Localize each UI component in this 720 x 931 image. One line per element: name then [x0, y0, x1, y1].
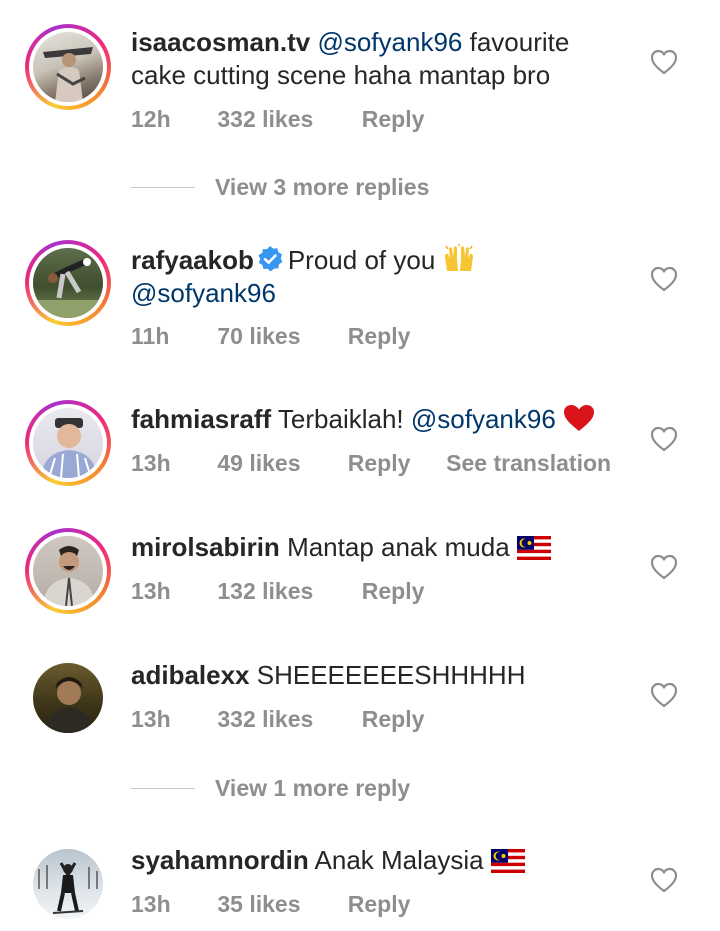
comment-username[interactable]: isaacosman.tv: [131, 27, 310, 57]
comment-body: Proud of you: [287, 245, 436, 275]
avatar[interactable]: [25, 528, 111, 614]
mention-link[interactable]: @sofyank96: [131, 278, 276, 308]
comment-likes[interactable]: 332 likes: [217, 706, 355, 733]
comment-time: 11h: [131, 323, 170, 349]
comment-username[interactable]: syahamnordin: [131, 845, 309, 875]
comment-meta: 13h 35 likes Reply: [131, 891, 410, 918]
comment-time: 13h: [131, 450, 171, 476]
comment-likes[interactable]: 332 likes: [217, 106, 355, 133]
malaysia-flag-emoji: [490, 849, 525, 873]
comment-username[interactable]: rafyaakob: [131, 245, 254, 275]
view-more-replies[interactable]: View 1 more reply: [131, 773, 410, 803]
comment-meta: 13h 132 likes Reply: [131, 578, 424, 605]
heart-icon[interactable]: [650, 49, 678, 75]
mention-link[interactable]: @sofyank96: [411, 404, 556, 434]
reply-button[interactable]: Reply: [362, 706, 425, 733]
heart-icon[interactable]: [650, 554, 678, 580]
heart-icon[interactable]: [650, 426, 678, 452]
comment-username[interactable]: adibalexx: [131, 660, 250, 690]
comment-username[interactable]: mirolsabirin: [131, 532, 280, 562]
avatar[interactable]: [25, 400, 111, 486]
avatar[interactable]: [33, 849, 103, 919]
divider: [131, 186, 195, 188]
heart-icon[interactable]: [650, 682, 678, 708]
comment-text: mirolsabirin Mantap anak muda: [131, 531, 631, 564]
heart-icon[interactable]: [650, 266, 678, 292]
comment-text: adibalexx SHEEEEEEESHHHHH: [131, 659, 631, 692]
avatar[interactable]: [25, 240, 111, 326]
view-more-replies[interactable]: View 3 more replies: [131, 172, 429, 202]
reply-button[interactable]: Reply: [348, 891, 411, 918]
comment-body: Mantap anak muda: [287, 532, 510, 562]
view-more-label[interactable]: View 3 more replies: [215, 174, 429, 201]
comment-time: 13h: [131, 891, 171, 917]
raising-hands-emoji: [444, 244, 473, 271]
view-more-label[interactable]: View 1 more reply: [215, 775, 410, 802]
reply-button[interactable]: Reply: [362, 578, 425, 605]
avatar-photo: [43, 47, 93, 102]
comment-body-cont: cake cutting scene haha mantap bro: [131, 60, 551, 90]
reply-button[interactable]: Reply: [348, 450, 440, 477]
comment-time: 13h: [131, 578, 171, 604]
comment-meta: 13h 332 likes Reply: [131, 706, 424, 733]
comment-meta: 12h 332 likes Reply: [131, 106, 424, 133]
comment-body: Terbaiklah!: [277, 404, 404, 434]
mention-link[interactable]: @sofyank96: [317, 27, 462, 57]
comment-body: favourite: [469, 27, 570, 57]
avatar-photo: [41, 418, 97, 478]
see-translation-link[interactable]: See translation: [446, 450, 611, 477]
comment-time: 13h: [131, 706, 171, 732]
comment-text: isaacosman.tv @sofyank96 favourite cake …: [131, 26, 631, 92]
comment-likes[interactable]: 70 likes: [217, 323, 341, 350]
comment-meta: 13h 49 likes Reply See translation: [131, 450, 611, 477]
comment-meta: 11h 70 likes Reply: [131, 323, 410, 350]
avatar-photo: [33, 258, 103, 318]
reply-button[interactable]: Reply: [348, 323, 411, 350]
comment-username[interactable]: fahmiasraff: [131, 404, 271, 434]
malaysia-flag-emoji: [516, 536, 551, 560]
avatar-photo: [43, 546, 95, 606]
comment-text: fahmiasraff Terbaiklah! @sofyank96: [131, 403, 631, 436]
heart-icon[interactable]: [650, 867, 678, 893]
comment-text: rafyaakob Proud of you @sofyank96: [131, 243, 631, 310]
comment-likes[interactable]: 132 likes: [217, 578, 355, 605]
avatar[interactable]: [33, 663, 103, 733]
reply-button[interactable]: Reply: [362, 106, 425, 133]
avatar-photo: [38, 862, 98, 914]
avatar[interactable]: [25, 24, 111, 110]
comment-likes[interactable]: 35 likes: [217, 891, 341, 918]
comment-body: SHEEEEEEESHHHHH: [256, 660, 526, 690]
divider: [131, 787, 195, 789]
red-heart-emoji: [564, 405, 595, 431]
verified-badge-icon: [258, 246, 283, 272]
comment-text: syahamnordin Anak Malaysia: [131, 844, 631, 877]
avatar-photo: [45, 677, 93, 733]
comment-likes[interactable]: 49 likes: [217, 450, 341, 477]
comment-time: 12h: [131, 106, 171, 132]
comment-body: Anak Malaysia: [314, 845, 484, 875]
